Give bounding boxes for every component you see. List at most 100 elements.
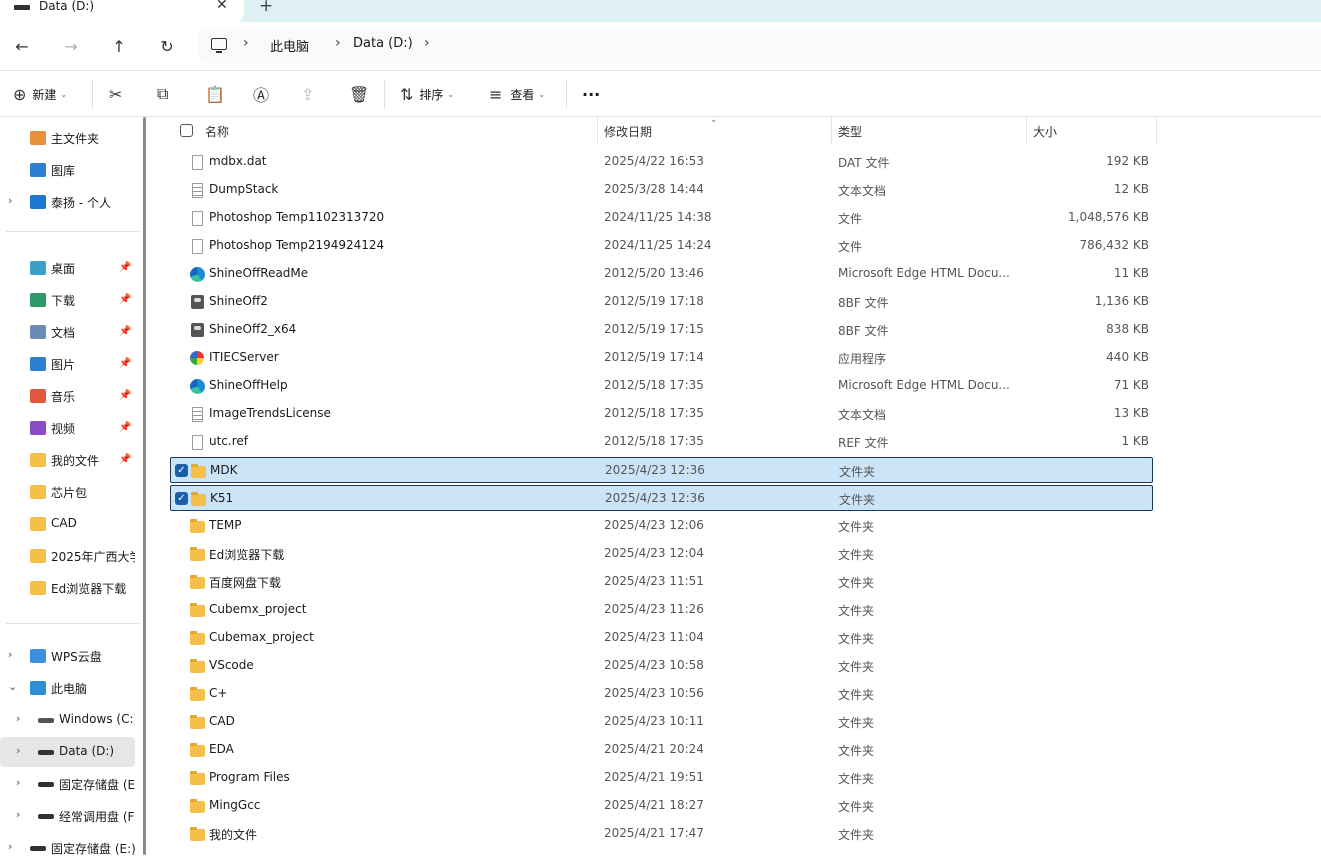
file-row[interactable]: 百度网盘下载 2025/4/23 11:51 文件夹	[170, 569, 1153, 595]
drive-icon	[38, 718, 54, 723]
sidebar-item[interactable]: 文档 📌	[0, 317, 135, 347]
column-divider[interactable]	[597, 117, 598, 145]
file-row[interactable]: Ed浏览器下载 2025/4/23 12:04 文件夹	[170, 541, 1153, 567]
chevron-right-icon[interactable]: ›	[8, 840, 12, 853]
file-type: 文件夹	[838, 828, 875, 842]
column-type[interactable]: 类型	[838, 123, 862, 140]
rename-icon[interactable]: Ⓐ	[253, 81, 269, 107]
chevron-down-icon[interactable]: ⌄	[8, 680, 17, 693]
folder-icon	[30, 485, 46, 499]
sidebar-item[interactable]: Ed浏览器下载	[0, 573, 135, 603]
sidebar-item[interactable]: 视频 📌	[0, 413, 135, 443]
chevron-right-icon[interactable]: ›	[16, 744, 20, 757]
column-divider[interactable]	[831, 117, 832, 145]
row-checkbox[interactable]: ✓	[175, 492, 188, 505]
file-row[interactable]: Program Files 2025/4/21 19:51 文件夹	[170, 765, 1153, 791]
cut-icon[interactable]: ✂	[109, 81, 122, 107]
view-button[interactable]: ≡ 查看 ⌄	[489, 81, 545, 107]
column-modified[interactable]: 修改日期	[604, 123, 652, 140]
up-button[interactable]: ↑	[107, 34, 131, 58]
videos-icon	[30, 421, 46, 435]
file-row[interactable]: utc.ref 2012/5/18 17:35 REF 文件 1 KB	[170, 429, 1153, 455]
sidebar-item[interactable]: › WPS云盘	[0, 641, 135, 671]
file-type: 文件夹	[838, 716, 875, 730]
sort-button[interactable]: ⇅ 排序 ⌄	[400, 81, 454, 107]
chevron-right-icon[interactable]: ›	[16, 776, 20, 789]
pin-icon: 📌	[119, 358, 132, 369]
file-size: 192 KB	[1106, 154, 1149, 168]
refresh-button[interactable]: ↻	[155, 34, 179, 58]
chevron-right-icon[interactable]: ›	[8, 648, 12, 661]
close-icon[interactable]: ✕	[216, 0, 228, 13]
more-options-button[interactable]: ···	[582, 81, 600, 107]
delete-icon[interactable]: 🗑	[349, 81, 369, 107]
file-row[interactable]: C+ 2025/4/23 10:56 文件夹	[170, 681, 1153, 707]
address-field[interactable]: › 此电脑 › Data (D:) ›	[198, 29, 1321, 63]
file-row[interactable]: Cubemax_project 2025/4/23 11:04 文件夹	[170, 625, 1153, 651]
forward-button[interactable]: →	[59, 34, 83, 58]
chevron-right-icon[interactable]: ›	[8, 194, 12, 207]
sidebar-item[interactable]: 桌面 📌	[0, 253, 135, 283]
paste-icon[interactable]: 📋	[205, 81, 225, 107]
sidebar-item[interactable]: 芯片包	[0, 477, 135, 507]
file-name: ITIECServer	[209, 350, 279, 364]
sidebar-item[interactable]: 图库	[0, 155, 135, 185]
file-row[interactable]: Cubemx_project 2025/4/23 11:26 文件夹	[170, 597, 1153, 623]
new-tab-button[interactable]: +	[259, 0, 273, 16]
file-row[interactable]: ITIECServer 2012/5/19 17:14 应用程序 440 KB	[170, 345, 1153, 371]
folder-icon	[190, 827, 205, 841]
file-row[interactable]: 我的文件 2025/4/21 17:47 文件夹	[170, 821, 1153, 847]
new-button[interactable]: ⊕ 新建 ⌄	[13, 81, 67, 107]
file-row[interactable]: Photoshop Temp2194924124 2024/11/25 14:24…	[170, 233, 1153, 259]
sidebar-item[interactable]: 下载 📌	[0, 285, 135, 315]
breadcrumb-separator[interactable]: ›	[424, 35, 430, 51]
chevron-down-icon: ⌄	[447, 89, 455, 99]
file-row[interactable]: EDA 2025/4/21 20:24 文件夹	[170, 737, 1153, 763]
file-row[interactable]: ShineOff2 2012/5/19 17:18 8BF 文件 1,136 KB	[170, 289, 1153, 315]
file-row[interactable]: CAD 2025/4/23 10:11 文件夹	[170, 709, 1153, 735]
column-size[interactable]: 大小	[1033, 123, 1057, 140]
sidebar-item[interactable]: ⌄ 此电脑	[0, 673, 135, 703]
column-divider[interactable]	[1156, 117, 1157, 145]
share-icon[interactable]: ⇪	[301, 81, 314, 107]
tab-data-d[interactable]: Data (D:) ✕	[0, 0, 244, 22]
select-all-checkbox[interactable]	[180, 124, 193, 137]
sidebar-item[interactable]: 音乐 📌	[0, 381, 135, 411]
chevron-right-icon[interactable]: ›	[16, 808, 20, 821]
breadcrumb-this-pc[interactable]: 此电脑	[270, 36, 309, 55]
file-row[interactable]: ✓ K51 2025/4/23 12:36 文件夹	[170, 485, 1153, 511]
file-row[interactable]: MingGcc 2025/4/21 18:27 文件夹	[170, 793, 1153, 819]
sidebar-item[interactable]: 我的文件 📌	[0, 445, 135, 475]
column-divider[interactable]	[1026, 117, 1027, 145]
file-type: 文件	[838, 240, 863, 254]
plus-circle-icon: ⊕	[13, 84, 27, 104]
sidebar-item[interactable]: › 固定存储盘 (E:)	[0, 833, 135, 863]
file-row[interactable]: ShineOffHelp 2012/5/18 17:35 Microsoft Edg…	[170, 373, 1153, 399]
sidebar-item[interactable]: 图片 📌	[0, 349, 135, 379]
column-name[interactable]: 名称	[205, 123, 229, 140]
file-row[interactable]: ✓ MDK 2025/4/23 12:36 文件夹	[170, 457, 1153, 483]
chevron-right-icon[interactable]: ›	[16, 712, 20, 725]
sidebar-item-label: 固定存储盘 (E:)	[51, 842, 135, 856]
sidebar-item[interactable]: › Data (D:)	[0, 737, 135, 767]
file-row[interactable]: DumpStack 2025/3/28 14:44 文本文档 12 KB	[170, 177, 1153, 203]
file-row[interactable]: VScode 2025/4/23 10:58 文件夹	[170, 653, 1153, 679]
file-row[interactable]: ShineOff2_x64 2012/5/19 17:15 8BF 文件 838 KB	[170, 317, 1153, 343]
sidebar-item[interactable]: › Windows (C:)	[0, 705, 135, 735]
row-checkbox[interactable]: ✓	[175, 464, 188, 477]
sidebar-item[interactable]: › 经常调用盘 (F:)	[0, 801, 135, 831]
sidebar-item[interactable]: 2025年广西大学	[0, 541, 135, 571]
copy-icon[interactable]: ⧉	[157, 81, 168, 107]
file-row[interactable]: ImageTrendsLicense 2012/5/18 17:35 文本文档 13 …	[170, 401, 1153, 427]
sidebar-item[interactable]: 主文件夹	[0, 123, 135, 153]
sidebar-item[interactable]: › 泰扬 - 个人	[0, 187, 135, 217]
file-row[interactable]: mdbx.dat 2025/4/22 16:53 DAT 文件 192 KB	[170, 149, 1153, 175]
sidebar-item[interactable]: CAD	[0, 509, 135, 539]
file-row[interactable]: ShineOffReadMe 2012/5/20 13:46 Microsoft E…	[170, 261, 1153, 287]
file-row[interactable]: Photoshop Temp1102313720 2024/11/25 14:38…	[170, 205, 1153, 231]
back-button[interactable]: ←	[10, 34, 34, 58]
sidebar-scrollbar[interactable]	[143, 117, 146, 855]
sidebar-item[interactable]: › 固定存储盘 (E:)	[0, 769, 135, 799]
breadcrumb-data-d[interactable]: Data (D:)	[353, 36, 413, 51]
file-row[interactable]: TEMP 2025/4/23 12:06 文件夹	[170, 513, 1153, 539]
